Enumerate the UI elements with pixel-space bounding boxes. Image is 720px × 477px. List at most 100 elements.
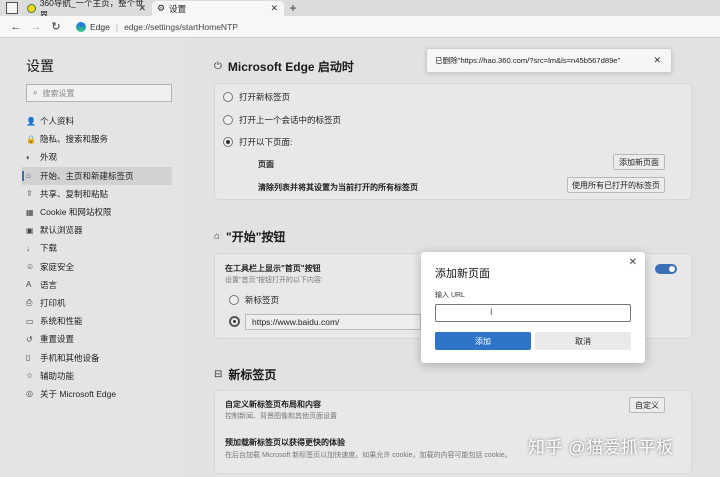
add-page-button[interactable]: 添加新页面 — [613, 154, 665, 170]
home-title: "开始"按钮 — [226, 230, 286, 244]
refresh-button[interactable]: ↻ — [46, 20, 66, 33]
startup-option-newtab[interactable]: 打开新标签页 — [223, 91, 290, 103]
radio-button[interactable] — [223, 92, 233, 102]
settings-sidebar: 设置 ⌕ 搜索设置 👤 个人资料 🔒 隐私、搜索和服务 ◐ 外观 ⌂ 开始、主页和新建标签页 ⇪… — [0, 38, 186, 477]
radio-button-selected[interactable] — [229, 316, 240, 327]
sidebar-item-label: 辅助功能 — [40, 370, 75, 381]
url-input[interactable]: I — [435, 304, 631, 322]
home-option-newtab[interactable]: 新标签页 — [229, 294, 279, 306]
search-placeholder: 搜索设置 — [42, 88, 75, 98]
newtab-section-title: ⊟ 新标签页 — [214, 366, 276, 383]
sidebar-item-label: Cookie 和网站权限 — [40, 207, 112, 218]
toast-message: 已删除"https://hao.360.com/?src=lm&ls=n45b5… — [435, 56, 621, 65]
option-label: 打开以下页面: — [239, 137, 293, 147]
sidebar-item-label: 外观 — [40, 152, 58, 163]
edge-icon: ◎ — [26, 389, 33, 399]
address-bar[interactable]: Edge | edge://settings/startHomeNTP — [76, 21, 238, 32]
printer-icon: ⎙ — [26, 297, 33, 307]
sidebar-item[interactable]: ▯ 手机和其他设备 — [22, 348, 186, 366]
close-icon[interactable]: ✕ — [138, 3, 146, 14]
address-separator: | — [115, 21, 119, 32]
gear-icon: ⚙ — [157, 3, 166, 13]
sidebar-item[interactable]: ◎ 关于 Microsoft Edge — [22, 385, 186, 403]
language-icon: A — [26, 280, 32, 290]
cookie-icon: ▦ — [26, 207, 34, 217]
sidebar-item[interactable]: ⎙ 打印机 — [22, 294, 186, 312]
sidebar-item[interactable]: ▦ Cookie 和网站权限 — [22, 203, 186, 221]
sidebar-item-label: 关于 Microsoft Edge — [40, 388, 117, 399]
sidebar-item-label: 重置设置 — [40, 334, 75, 345]
startup-section-title: ⏻ Microsoft Edge 启动时 — [214, 58, 354, 75]
search-icon: ⌕ — [33, 88, 38, 97]
cancel-button[interactable]: 取消 — [535, 332, 631, 350]
show-home-toggle[interactable] — [655, 264, 677, 274]
startup-card: 打开新标签页 打开上一个会话中的标签页 打开以下页面: 页面 添加新页面 清除列… — [214, 83, 692, 200]
sidebar-item[interactable]: ◐ 外观 — [22, 148, 186, 166]
startup-option-specific[interactable]: 打开以下页面: — [223, 136, 292, 148]
sidebar-item[interactable]: 👤 个人资料 — [22, 112, 186, 130]
sidebar-item[interactable]: ☆ 辅助功能 — [22, 367, 186, 385]
tab-settings[interactable]: ⚙ 设置 ✕ — [152, 1, 284, 16]
show-home-label: 在工具栏上显示"首页"按钮 — [225, 264, 321, 273]
close-icon[interactable]: ✕ — [270, 3, 278, 14]
show-home-desc: 设置"首页"按钮打开的以下内容: — [225, 277, 323, 284]
browser-icon: ▣ — [26, 225, 34, 235]
new-tab-button[interactable]: + — [284, 1, 302, 16]
sidebar-item[interactable]: ▭ 系统和性能 — [22, 312, 186, 330]
tab-actions-icon[interactable] — [6, 2, 18, 14]
radio-button-selected[interactable] — [223, 137, 233, 147]
watermark: 知乎 @猫爱抓平板 — [528, 438, 674, 457]
add-button[interactable]: 添加 — [435, 332, 531, 350]
sidebar-item-label: 下载 — [40, 243, 58, 254]
tab-360[interactable]: 360导航_一个主页，整个世界 ✕ — [22, 0, 152, 20]
clear-list-label: 清除列表并将其设置为当前打开的所有标签页 — [258, 183, 418, 192]
forward-button[interactable]: → — [26, 21, 46, 33]
radio-button[interactable] — [223, 115, 233, 125]
sidebar-nav: 👤 个人资料 🔒 隐私、搜索和服务 ◐ 外观 ⌂ 开始、主页和新建标签页 ⇪ 共享、复制和粘贴 ▦ C… — [22, 112, 186, 403]
home-section-title: ⌂ "开始"按钮 — [214, 228, 285, 245]
sidebar-item-label: 个人资料 — [40, 116, 75, 127]
customize-button[interactable]: 自定义 — [629, 397, 665, 413]
option-label: 新标签页 — [245, 295, 280, 305]
sidebar-item-label: 手机和其他设备 — [40, 352, 100, 363]
sidebar-item[interactable]: ↺ 重置设置 — [22, 330, 186, 348]
back-button[interactable]: ← — [6, 21, 26, 33]
download-icon: ↓ — [26, 243, 30, 253]
system-icon: ▭ — [26, 316, 34, 326]
tab-title: 设置 — [169, 3, 187, 14]
search-input[interactable]: ⌕ 搜索设置 — [26, 84, 172, 102]
pages-label: 页面 — [258, 160, 274, 169]
sidebar-item[interactable]: ⌂ 开始、主页和新建标签页 — [22, 166, 172, 185]
sidebar-item-label: 开始、主页和新建标签页 — [40, 170, 134, 181]
close-icon[interactable]: ✕ — [653, 55, 661, 66]
tab-strip: 360导航_一个主页，整个世界 ✕ ⚙ 设置 ✕ + — [0, 0, 720, 20]
option-label: 打开上一个会话中的标签页 — [239, 115, 342, 125]
url-label: 输入 URL — [435, 292, 465, 299]
add-page-dialog: 添加新页面 ✕ 输入 URL I 添加 取消 — [421, 252, 645, 363]
home-url-input[interactable]: https://www.baidu.com/ — [245, 314, 421, 330]
radio-button[interactable] — [229, 295, 239, 305]
sidebar-item[interactable]: ☺ 家庭安全 — [22, 258, 186, 276]
home-option-url[interactable] — [229, 316, 246, 327]
use-open-tabs-button[interactable]: 使用所有已打开的标签页 — [567, 177, 665, 193]
sidebar-item[interactable]: ↓ 下载 — [22, 239, 186, 257]
deleted-toast: 已删除"https://hao.360.com/?src=lm&ls=n45b5… — [426, 48, 672, 73]
newtab-title: 新标签页 — [228, 368, 277, 382]
close-icon[interactable]: ✕ — [629, 257, 637, 268]
sidebar-item-label: 打印机 — [40, 297, 66, 308]
sidebar-item[interactable]: 🔒 隐私、搜索和服务 — [22, 130, 186, 148]
person-icon: 👤 — [26, 116, 36, 126]
sidebar-item[interactable]: A 语言 — [22, 276, 186, 294]
sidebar-item[interactable]: ⇪ 共享、复制和粘贴 — [22, 185, 186, 203]
power-icon: ⏻ — [214, 61, 222, 72]
startup-option-previous[interactable]: 打开上一个会话中的标签页 — [223, 114, 341, 126]
share-icon: ⇪ — [26, 189, 33, 199]
address-url[interactable]: edge://settings/startHomeNTP — [124, 22, 238, 32]
accessibility-icon: ☆ — [26, 371, 34, 381]
sidebar-item-label: 系统和性能 — [40, 316, 83, 327]
toolbar: ← → ↻ Edge | edge://settings/startHomeNT… — [0, 16, 720, 38]
customize-desc: 控制新闻、背景图像和其他页面设置 — [225, 413, 337, 420]
sidebar-item[interactable]: ▣ 默认浏览器 — [22, 221, 186, 239]
address-brand: Edge — [90, 21, 110, 32]
edge-icon — [76, 21, 86, 32]
